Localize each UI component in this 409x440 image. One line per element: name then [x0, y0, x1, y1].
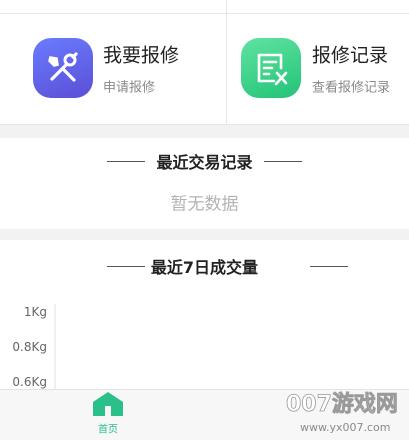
weekly-volume-header: 最近7日成交量 — [0, 251, 409, 281]
document-wrench-icon — [241, 38, 301, 98]
recent-trades-header: 最近交易记录 — [0, 146, 409, 176]
watermark-title: 007游戏网 — [286, 391, 398, 417]
tab-home[interactable]: 首页 — [78, 390, 138, 440]
tab-home-label: 首页 — [98, 424, 118, 436]
site-watermark: 007游戏网 www.yx007.com — [286, 391, 399, 434]
recent-trades-section: 最近交易记录 暂无数据 — [0, 138, 409, 229]
y-tick-label: 0.8Kg — [12, 340, 47, 354]
repair-request-subtitle: 申请报修 — [103, 80, 156, 96]
header-line-right — [264, 161, 302, 162]
repair-request-card[interactable]: 我要报修 申请报修 — [0, 14, 226, 124]
y-tick-label: 0.6Kg — [12, 375, 47, 389]
home-icon — [93, 392, 123, 416]
weekly-volume-chart: 1Kg 0.8Kg 0.6Kg — [12, 304, 56, 390]
empty-state-text: 暂无数据 — [170, 194, 239, 215]
recent-trades-title: 最近交易记录 — [156, 153, 253, 172]
watermark-url: www.yx007.com — [300, 421, 390, 434]
weekly-volume-section: 最近7日成交量 1Kg 0.8Kg 0.6Kg — [0, 240, 409, 390]
repair-request-title: 我要报修 — [103, 44, 180, 67]
y-tick-label: 1Kg — [24, 305, 47, 319]
repair-records-title: 报修记录 — [312, 44, 389, 67]
service-card-row: 我要报修 申请报修 报修记录 查看报修记录 — [0, 0, 409, 125]
repair-records-card[interactable]: 报修记录 查看报修记录 — [227, 14, 409, 124]
wrench-screwdriver-icon — [33, 38, 93, 98]
repair-records-subtitle: 查看报修记录 — [312, 80, 391, 96]
header-line-right — [310, 266, 348, 267]
